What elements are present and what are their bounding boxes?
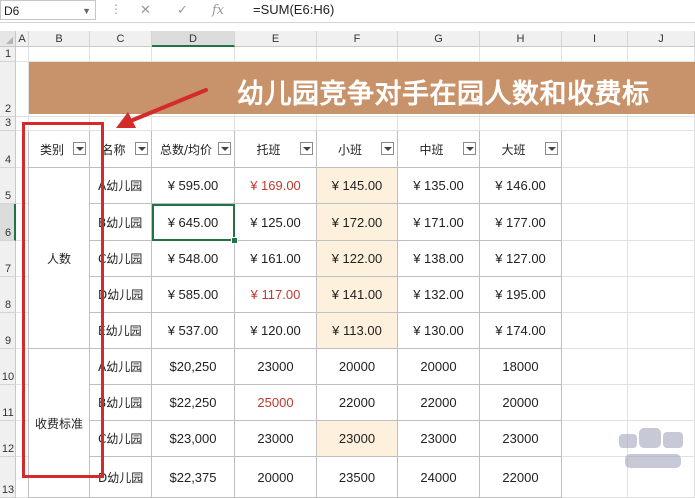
annotation-arrow [116,88,208,128]
watermark-logo [619,428,683,468]
